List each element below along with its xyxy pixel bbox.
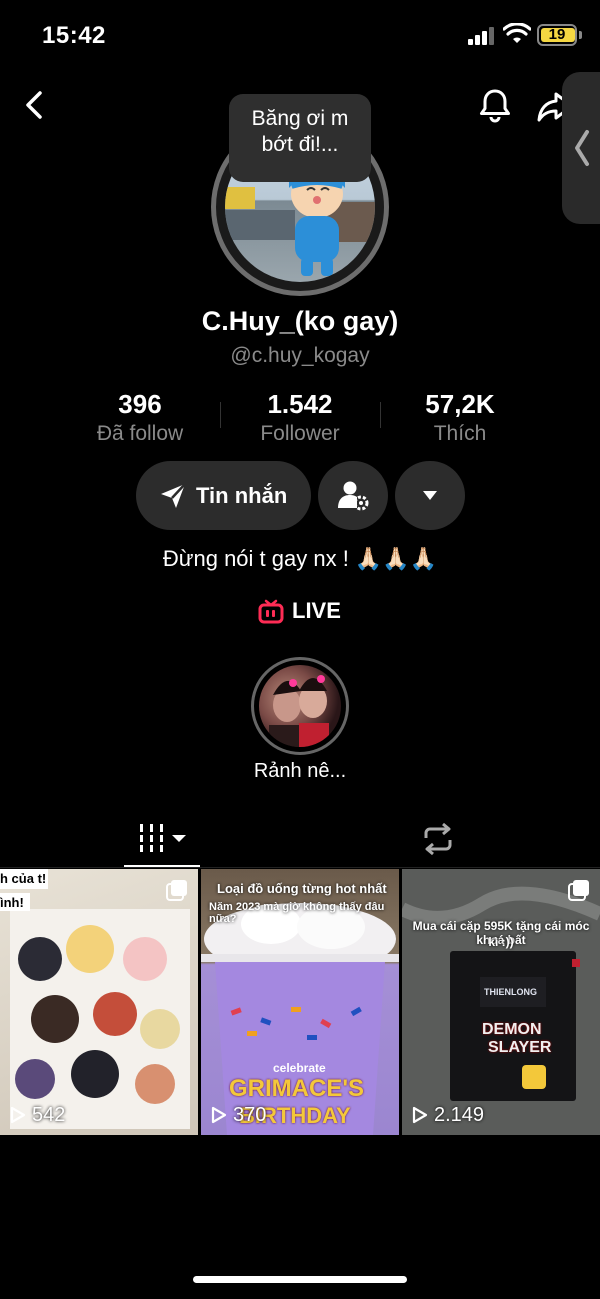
- highlight-photo: [269, 675, 329, 747]
- play-icon: [412, 1106, 428, 1124]
- user-gear-icon: [338, 481, 369, 511]
- back-button[interactable]: [18, 88, 52, 122]
- video-thumbnail[interactable]: Mua cái cặp 595K tặng cái móc khoá bất k…: [402, 869, 600, 1135]
- tab-videos[interactable]: [124, 812, 200, 868]
- cup-print-text: celebrate: [273, 1061, 326, 1075]
- stat-following-value: 396: [118, 389, 162, 419]
- wifi-icon: [503, 23, 531, 43]
- play-icon: [10, 1106, 26, 1124]
- stat-followers-value: 1.542: [267, 389, 333, 419]
- stat-likes-value: 57,2K: [425, 389, 495, 419]
- username: @c.huy_kogay: [230, 344, 370, 367]
- chevron-down-icon: [423, 491, 437, 500]
- chevron-left-icon: [575, 130, 589, 166]
- message-button-label: Tin nhắn: [196, 483, 288, 508]
- grid-icon: [138, 824, 186, 852]
- view-count-value: 2.149: [434, 1104, 485, 1126]
- live-label: LIVE: [292, 598, 341, 623]
- cup-print-text: GRIMACE'S: [229, 1075, 365, 1102]
- battery-icon: 19: [537, 24, 577, 46]
- view-count: 542: [10, 1104, 65, 1127]
- box-print-text: SLAYER: [488, 1039, 552, 1056]
- clock: 15:42: [42, 22, 106, 49]
- stat-likes-label: Thích: [433, 422, 487, 445]
- send-icon: [161, 483, 186, 508]
- live-tv-icon: [258, 599, 284, 624]
- display-name: C.Huy_(ko gay): [201, 306, 399, 336]
- stat-following-label: Đã follow: [96, 422, 184, 445]
- more-options-button[interactable]: [395, 461, 465, 530]
- stat-followers-label: Follower: [260, 422, 340, 445]
- message-button[interactable]: Tin nhắn: [136, 461, 311, 530]
- stat-following[interactable]: 396 Đã follow: [60, 389, 220, 446]
- stat-likes[interactable]: 57,2K Thích: [380, 389, 540, 446]
- multi-photo-icon: [166, 880, 187, 901]
- video-caption-line: kì :)): [488, 935, 514, 949]
- side-panel-handle[interactable]: [562, 72, 600, 224]
- video-caption-line: Loại đồ uống từng hot nhất: [217, 881, 387, 896]
- highlight-thumbnail: [259, 665, 341, 747]
- bell-icon[interactable]: [476, 86, 514, 124]
- home-indicator[interactable]: [193, 1276, 407, 1283]
- view-count-value: 542: [32, 1104, 66, 1126]
- view-count: 2.149: [412, 1104, 484, 1127]
- box-print-text: DEMON: [482, 1021, 542, 1038]
- highlight-label: Rảnh nê...: [253, 760, 347, 782]
- repost-icon: [424, 822, 452, 856]
- video-caption-line: ình!: [0, 895, 24, 910]
- view-count-value: 370: [233, 1104, 267, 1126]
- profile-note-text: Băng ơi m bớt đi!...: [251, 107, 349, 156]
- video-caption-line: Năm 2023 mà giờ không thấy đâu nữa?: [209, 901, 385, 925]
- box-print-text: THIENLONG: [484, 987, 537, 997]
- video-thumbnail-image: [0, 869, 190, 1129]
- bio-text: Đừng nói t gay nx ! 🙏🏻🙏🏻🙏🏻: [162, 546, 438, 571]
- live-link[interactable]: LIVE: [258, 597, 348, 627]
- video-caption-line: h của t!: [0, 871, 47, 886]
- battery-level: 19: [548, 26, 566, 43]
- multi-photo-icon: [568, 880, 589, 901]
- friend-settings-button[interactable]: [318, 461, 388, 530]
- view-count: 370: [211, 1104, 266, 1127]
- stat-followers[interactable]: 1.542 Follower: [220, 389, 380, 446]
- status-bar: 15:42 19: [0, 0, 600, 72]
- cellular-signal-icon: [468, 27, 494, 45]
- story-highlight[interactable]: [251, 657, 349, 755]
- profile-note-bubble[interactable]: Băng ơi m bớt đi!...: [229, 94, 371, 182]
- video-thumbnail-image: [402, 869, 600, 1135]
- tab-reposts[interactable]: [408, 812, 468, 868]
- video-thumbnail[interactable]: Loại đồ uống từng hot nhất Năm 2023 mà g…: [201, 869, 399, 1135]
- play-icon: [211, 1106, 227, 1124]
- video-thumbnail[interactable]: h của t! ình! 542: [0, 869, 198, 1135]
- tab-divider: [0, 867, 600, 868]
